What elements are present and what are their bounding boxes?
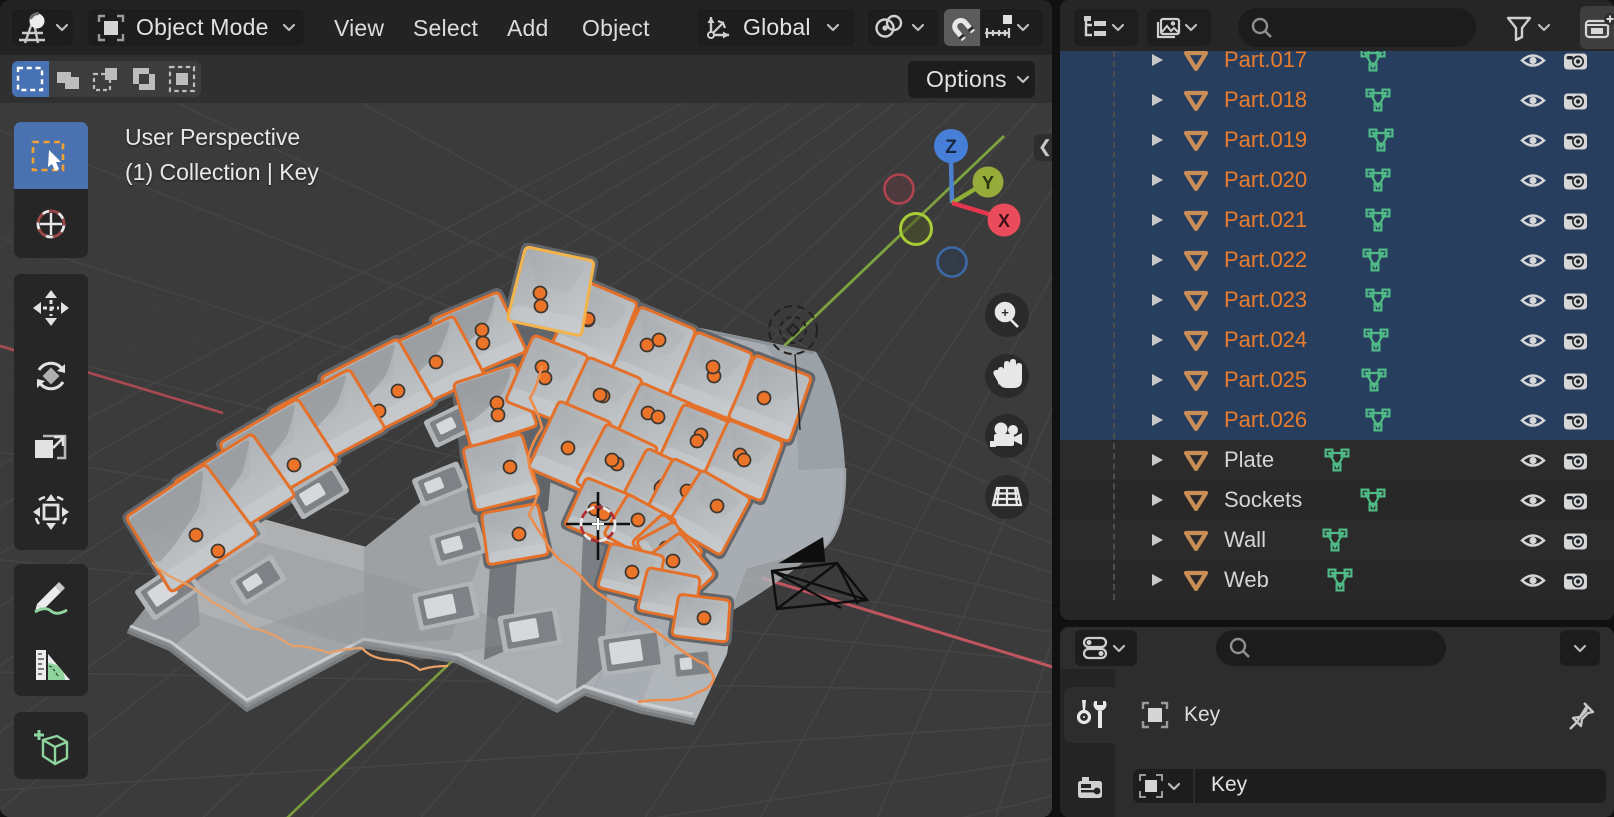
svg-text:X: X — [998, 211, 1010, 231]
svg-text:Y: Y — [982, 173, 994, 193]
svg-text:+: + — [1001, 305, 1009, 320]
svg-text:Z: Z — [945, 137, 957, 158]
